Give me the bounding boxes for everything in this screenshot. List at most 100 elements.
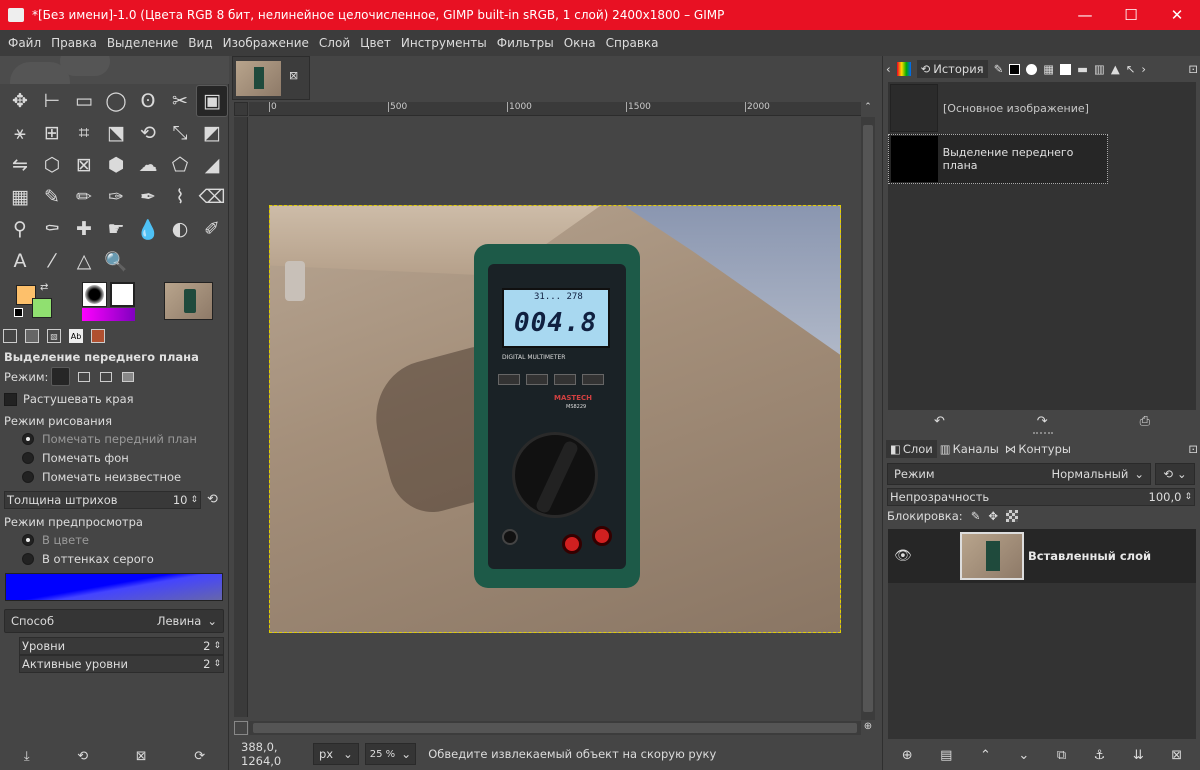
menu-select[interactable]: Выделение xyxy=(102,36,183,50)
heal-tool-icon[interactable]: ✚ xyxy=(68,213,100,245)
menu-help[interactable]: Справка xyxy=(601,36,664,50)
vertical-scrollbar[interactable] xyxy=(861,117,875,720)
patterns-tab-icon[interactable]: ▦ xyxy=(1043,62,1054,76)
eraser-icon[interactable]: ⌫ xyxy=(196,181,228,213)
stroke-width-stepper-icon[interactable]: ⇕ xyxy=(190,495,198,505)
tabs-right-arrow-icon[interactable]: › xyxy=(1141,62,1146,76)
draw-mode-unknown[interactable]: Помечать неизвестное xyxy=(4,470,181,484)
channels-tab[interactable]: ▥ Каналы xyxy=(937,440,1002,458)
save-options-icon[interactable]: ⤓ xyxy=(24,749,30,764)
gradient-preview[interactable] xyxy=(82,308,135,321)
brush-tab-icon[interactable] xyxy=(1026,63,1038,75)
lock-position-icon[interactable]: ✥ xyxy=(988,509,998,523)
clone-tool-icon[interactable]: ⚲ xyxy=(4,213,36,245)
scale-tool-icon[interactable]: ⤡ xyxy=(164,117,196,149)
duplicate-layer-icon[interactable]: ⧉ xyxy=(1057,748,1066,763)
unit-select[interactable]: px ⌄ xyxy=(313,743,359,765)
free-select-icon[interactable]: ʘ xyxy=(132,85,164,117)
pattern-preview[interactable] xyxy=(110,282,135,307)
layer-row[interactable]: 👁 Вставленный слой xyxy=(888,529,1196,583)
grid-transform-icon[interactable]: ⊠ xyxy=(68,149,100,181)
layer-mode-select[interactable]: Режим Нормальный ⌄ xyxy=(887,463,1151,485)
preview-color[interactable]: В цвете xyxy=(4,533,89,547)
method-select[interactable]: Способ Левина ⌄ xyxy=(4,609,224,633)
perspective-clone-icon[interactable]: ⚰ xyxy=(36,213,68,245)
history-tab[interactable]: ⟲ История xyxy=(916,60,988,78)
swap-colors-icon[interactable]: ⇄ xyxy=(40,282,48,293)
levels-field[interactable]: Уровни 2 ⇕ xyxy=(19,637,224,655)
dock-menu-icon[interactable]: ⊡ xyxy=(1188,442,1198,456)
lock-pixels-icon[interactable]: ✎ xyxy=(971,509,981,523)
menu-edit[interactable]: Правка xyxy=(46,36,102,50)
shear-tool-icon[interactable]: ◩ xyxy=(196,117,228,149)
measure-tool-icon[interactable]: △ xyxy=(68,245,100,277)
undo-icon[interactable]: ↶ xyxy=(934,414,945,429)
text-tab-icon[interactable]: Ab xyxy=(69,329,83,343)
raise-layer-icon[interactable]: ⌃ xyxy=(980,748,991,763)
delete-layer-icon[interactable]: ⊠ xyxy=(1171,748,1182,763)
fg-tab-icon[interactable] xyxy=(1060,63,1072,75)
menu-image[interactable]: Изображение xyxy=(218,36,314,50)
tabs-left-arrow-icon[interactable]: ‹ xyxy=(886,62,891,76)
mask-color-picker[interactable] xyxy=(5,573,223,601)
maximize-button[interactable]: ☐ xyxy=(1108,0,1154,30)
airbrush-icon[interactable]: ✑ xyxy=(100,181,132,213)
menu-layer[interactable]: Слой xyxy=(314,36,355,50)
align-tool-icon[interactable]: ⊢ xyxy=(36,85,68,117)
cage-transform-icon[interactable]: ⬠ xyxy=(164,149,196,181)
new-layer-icon[interactable]: ⊕ xyxy=(902,748,913,763)
move-tool-icon[interactable]: ✥ xyxy=(4,85,36,117)
new-layer-group-icon[interactable]: ▤ xyxy=(940,748,952,763)
levels-stepper-icon[interactable]: ⇕ xyxy=(213,641,221,651)
delete-options-icon[interactable]: ⊠ xyxy=(136,749,147,764)
handle-transform-icon[interactable]: ⬢ xyxy=(100,149,132,181)
stroke-width-field[interactable]: Толщина штрихов 10 ⇕ xyxy=(4,491,201,509)
paintbrush-icon[interactable]: ✎ xyxy=(36,181,68,213)
opacity-stepper-icon[interactable]: ⇕ xyxy=(1184,492,1192,502)
menu-tools[interactable]: Инструменты xyxy=(396,36,492,50)
paths-tab[interactable]: ⋈ Контуры xyxy=(1002,440,1074,458)
mode-intersect-button[interactable] xyxy=(122,371,135,382)
pencil-icon[interactable]: ✏ xyxy=(68,181,100,213)
mode-replace-button[interactable] xyxy=(51,367,71,386)
layer-chain-slot[interactable] xyxy=(914,546,960,566)
menu-filters[interactable]: Фильтры xyxy=(492,36,559,50)
reset-options-icon[interactable]: ⟳ xyxy=(194,749,205,764)
mode-subtract-button[interactable] xyxy=(100,371,113,382)
opacity-field[interactable]: Непрозрачность 100,0 ⇕ xyxy=(887,488,1195,506)
flip-tool-icon[interactable]: ⇋ xyxy=(4,149,36,181)
layer-mode-switch[interactable]: ⟲ ⌄ xyxy=(1155,463,1195,485)
menu-file[interactable]: Файл xyxy=(3,36,46,50)
color-picker-icon[interactable]: ⁄ xyxy=(36,245,68,277)
close-window-button[interactable]: ✕ xyxy=(1154,0,1200,30)
brush-preview[interactable] xyxy=(82,282,107,307)
image-thumbnail[interactable] xyxy=(164,282,213,320)
scissors-select-icon[interactable]: ✂ xyxy=(164,85,196,117)
dodge-burn-icon[interactable]: ◐ xyxy=(164,213,196,245)
brushes-tab-icon[interactable]: ✎ xyxy=(994,62,1004,76)
bucket-fill-icon[interactable]: ◢ xyxy=(196,149,228,181)
history-item-selected[interactable]: Выделение переднего плана xyxy=(888,134,1108,184)
layer-name[interactable]: Вставленный слой xyxy=(1028,549,1151,563)
pointer-tab-icon[interactable]: ↖ xyxy=(1126,62,1136,76)
history-item[interactable]: [Основное изображение] xyxy=(888,82,1196,134)
eye-icon[interactable]: 👁 xyxy=(894,548,914,564)
mode-add-button[interactable] xyxy=(78,371,91,382)
feather-checkbox[interactable] xyxy=(4,392,17,406)
quick-mask-toggle[interactable] xyxy=(234,721,248,735)
foreground-select-icon[interactable]: ▣ xyxy=(196,85,228,117)
default-colors-icon[interactable] xyxy=(14,308,23,317)
dock-separator[interactable] xyxy=(1033,432,1053,436)
restore-options-icon[interactable]: ⟲ xyxy=(77,749,88,764)
image-canvas[interactable]: 31... 278 004.8 DIGITAL MULTIMETER MASTE… xyxy=(269,205,841,633)
layers-tab[interactable]: ◧ Слои xyxy=(886,440,937,458)
rotate-tool-icon[interactable]: ⟲ xyxy=(132,117,164,149)
unified-transform-icon[interactable]: ⬔ xyxy=(100,117,132,149)
draw-mode-foreground[interactable]: Помечать передний план xyxy=(4,432,197,446)
warp-transform-icon[interactable]: ☁ xyxy=(132,149,164,181)
undo-history-tab-icon[interactable]: ▧ xyxy=(47,329,61,343)
reset-stroke-icon[interactable]: ⟲ xyxy=(207,492,218,507)
images-tab-icon[interactable] xyxy=(91,329,105,343)
text-tool-icon[interactable]: A xyxy=(4,245,36,277)
ellipse-select-icon[interactable]: ◯ xyxy=(100,85,132,117)
